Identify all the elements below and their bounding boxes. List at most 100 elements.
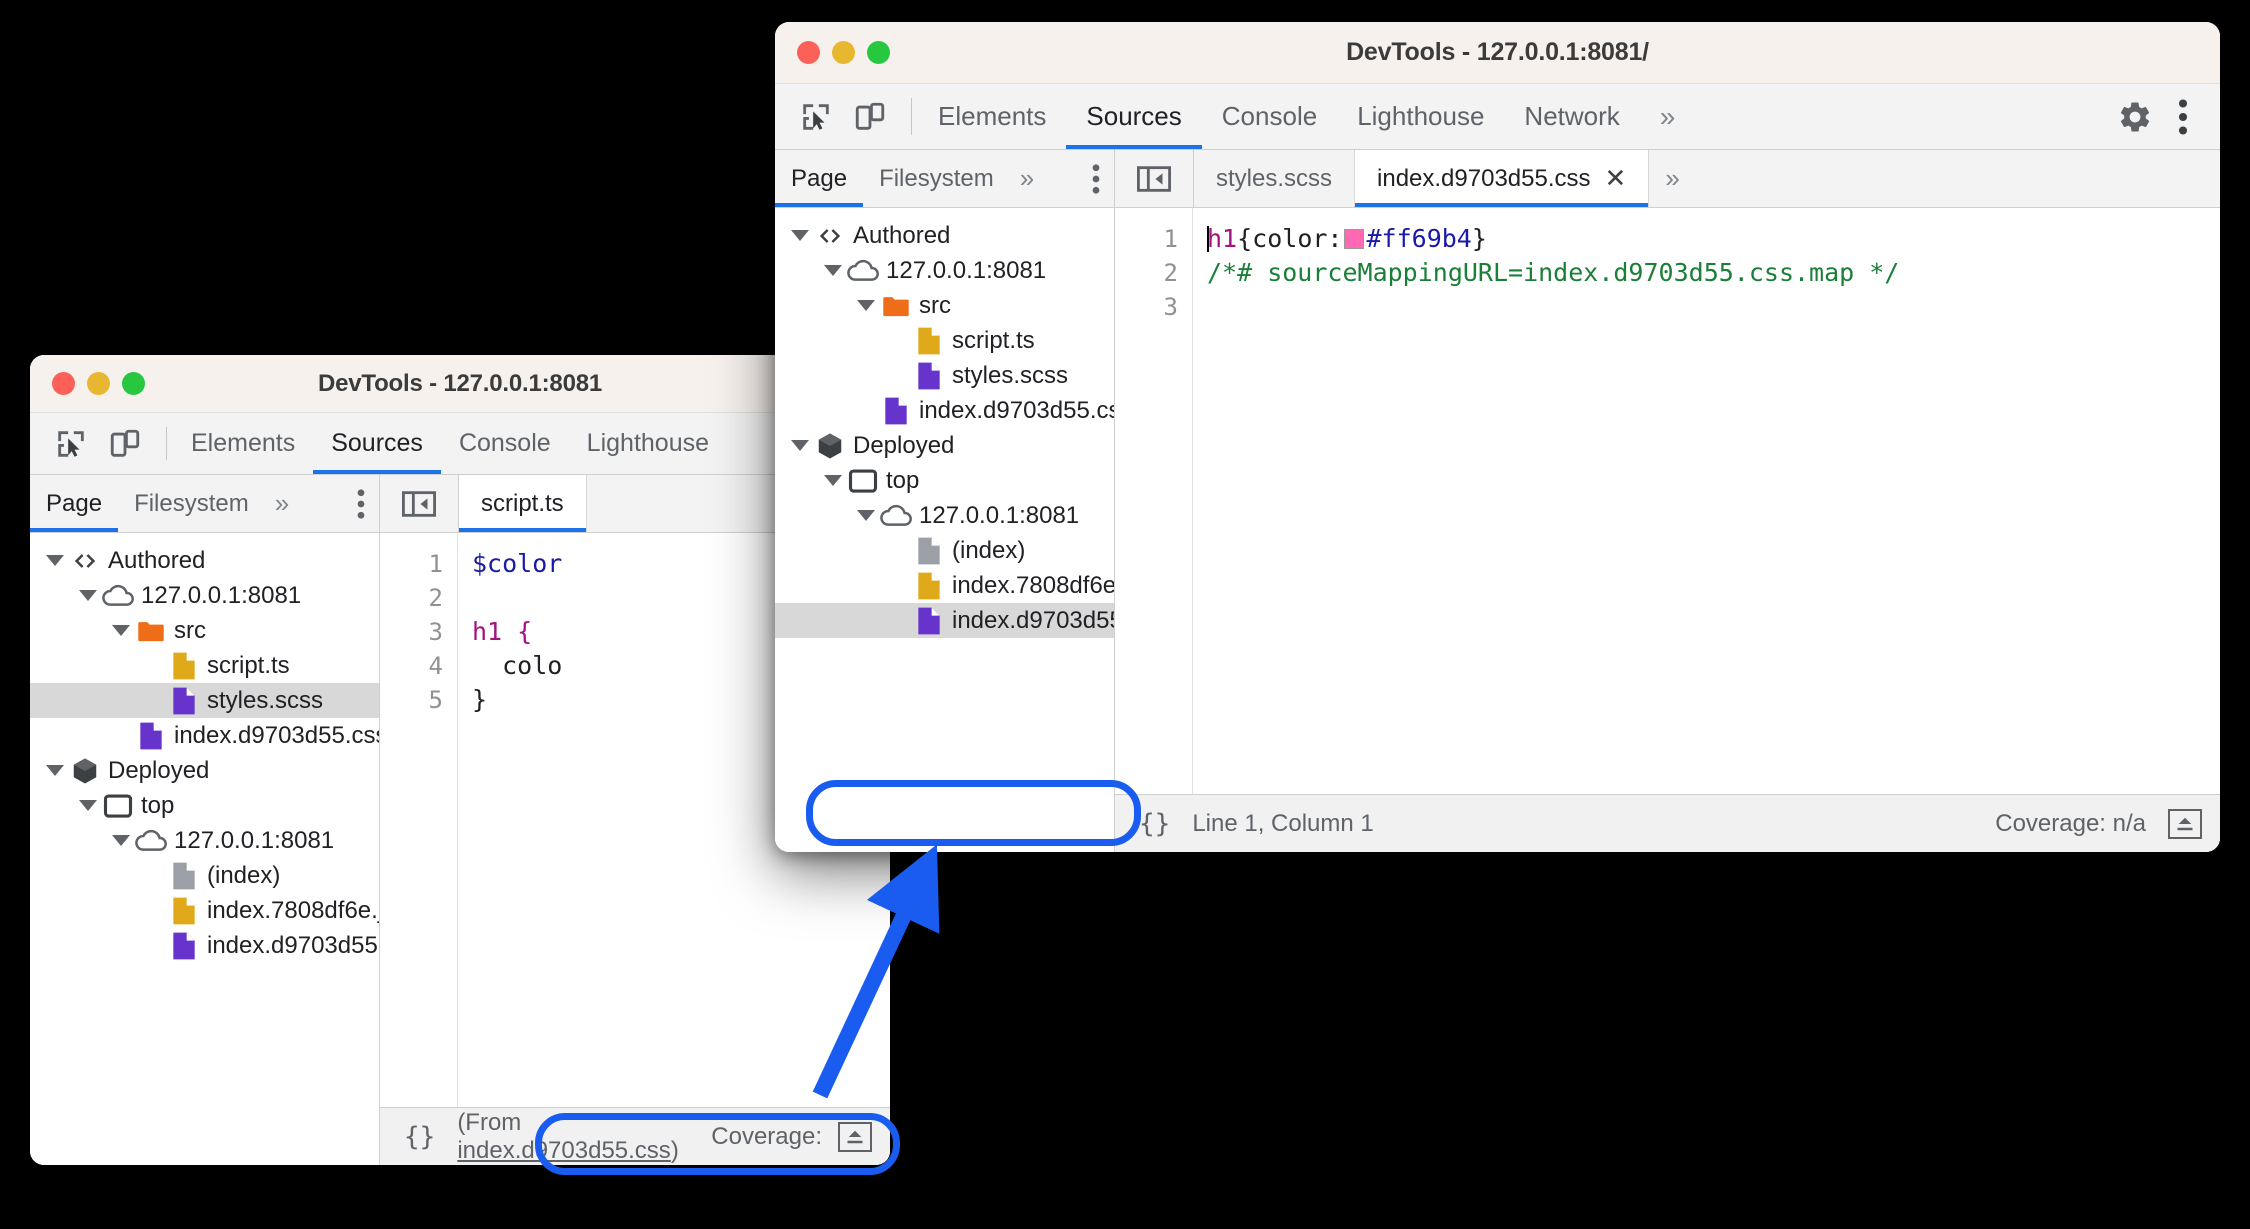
tree-item-deployed[interactable]: Deployed <box>30 753 379 788</box>
tree-item-127-0-0-1-8081[interactable]: 127.0.0.1:8081 <box>775 253 1114 288</box>
back-file-tree[interactable]: Authored 127.0.0.1:8081 src script.ts styles… <box>30 533 379 1165</box>
tree-item-deployed[interactable]: Deployed <box>775 428 1114 463</box>
tree-item-label: index.d9703d55.css <box>174 721 379 749</box>
devtools-window-front[interactable]: DevTools - 127.0.0.1:8081/ Elements Sour… <box>775 22 2220 852</box>
tree-item-top[interactable]: top <box>775 463 1114 498</box>
tree-item-index-d9703d55-css[interactable]: index.d9703d55.css <box>30 928 379 963</box>
nav-tab-filesystem[interactable]: Filesystem <box>863 150 1010 207</box>
pretty-print-button[interactable]: {} <box>1133 809 1176 839</box>
disclosure-triangle-icon[interactable] <box>853 510 879 521</box>
nav-tab-page[interactable]: Page <box>30 475 119 532</box>
devtools-window-back[interactable]: DevTools - 127.0.0.1:8081 Elements Sourc… <box>30 355 890 1165</box>
nav-tabs-overflow-icon[interactable]: » <box>1010 150 1044 207</box>
tree-item-top[interactable]: top <box>30 788 379 823</box>
zoom-window-button[interactable] <box>122 372 145 395</box>
device-toolbar-icon[interactable] <box>851 98 889 136</box>
front-editor-tabs[interactable]: styles.scss index.d9703d55.css ✕ » <box>1115 150 2220 208</box>
close-window-button[interactable] <box>52 372 75 395</box>
disclosure-triangle-icon[interactable] <box>787 230 813 241</box>
back-toolbar-icons[interactable] <box>30 413 160 474</box>
inspect-element-icon[interactable] <box>797 98 835 136</box>
kebab-menu-icon[interactable] <box>2164 98 2202 136</box>
disclosure-triangle-icon[interactable] <box>820 265 846 276</box>
nav-more-options-icon[interactable] <box>343 475 379 532</box>
tree-item-index[interactable]: (index) <box>775 533 1114 568</box>
main-tabs-overflow-icon[interactable]: » <box>1640 84 1696 149</box>
tree-item-authored[interactable]: Authored <box>775 218 1114 253</box>
tab-elements[interactable]: Elements <box>173 413 313 474</box>
minimize-window-button[interactable] <box>832 41 855 64</box>
source-origin-link[interactable]: index.d9703d55.css <box>457 1137 671 1164</box>
tree-item-index[interactable]: (index) <box>30 858 379 893</box>
disclosure-triangle-icon[interactable] <box>787 440 813 451</box>
frame-icon <box>846 468 880 494</box>
editor-tabs-overflow-icon[interactable]: » <box>1649 150 1695 207</box>
tab-lighthouse[interactable]: Lighthouse <box>569 413 727 474</box>
disclosure-triangle-icon[interactable] <box>75 590 101 601</box>
tree-item-src[interactable]: src <box>775 288 1114 323</box>
tree-item-styles-scss[interactable]: styles.scss <box>775 358 1114 393</box>
disclosure-triangle-icon[interactable] <box>42 765 68 776</box>
tree-item-src[interactable]: src <box>30 613 379 648</box>
show-drawer-icon[interactable] <box>2168 808 2202 839</box>
device-toolbar-icon[interactable] <box>106 425 144 463</box>
front-toolbar-icons[interactable] <box>775 84 905 149</box>
back-traffic-lights[interactable] <box>30 372 145 395</box>
collapse-sidebar-icon[interactable] <box>1115 150 1194 207</box>
tab-console[interactable]: Console <box>441 413 569 474</box>
disclosure-triangle-icon[interactable] <box>108 625 134 636</box>
cursor-position-text: Line 1, Column 1 <box>1192 809 1374 837</box>
disclosure-triangle-icon[interactable] <box>75 800 101 811</box>
tree-item-index-d9703d55-css[interactable]: index.d9703d55.css <box>775 603 1114 638</box>
css-color-value: #ff69b4 <box>1366 224 1472 253</box>
collapse-sidebar-icon[interactable] <box>380 475 459 532</box>
disclosure-triangle-icon[interactable] <box>820 475 846 486</box>
front-code-area[interactable]: 1 2 3 h1{color: #ff69b4} /*# sourceMappingU… <box>1115 208 2220 794</box>
tab-elements[interactable]: Elements <box>918 84 1066 149</box>
tree-item-authored[interactable]: Authored <box>30 543 379 578</box>
front-nav-tabs[interactable]: Page Filesystem » <box>775 150 1114 208</box>
nav-more-options-icon[interactable] <box>1078 150 1114 207</box>
front-toolbar-right[interactable] <box>2098 84 2220 149</box>
pretty-print-button[interactable]: {} <box>398 1122 441 1152</box>
gear-icon[interactable] <box>2116 98 2154 136</box>
front-file-tree[interactable]: Authored 127.0.0.1:8081 src script.ts styles… <box>775 208 1114 852</box>
nav-tabs-overflow-icon[interactable]: » <box>265 475 299 532</box>
front-traffic-lights[interactable] <box>775 41 890 64</box>
tree-item-script-ts[interactable]: script.ts <box>30 648 379 683</box>
front-main-tabs[interactable]: Elements Sources Console Lighthouse Netw… <box>918 84 2098 149</box>
tab-sources[interactable]: Sources <box>313 413 441 474</box>
tree-item-label: Authored <box>853 221 951 249</box>
close-window-button[interactable] <box>797 41 820 64</box>
back-nav-tabs[interactable]: Page Filesystem » <box>30 475 379 533</box>
tab-network[interactable]: Network <box>1504 84 1639 149</box>
tab-console[interactable]: Console <box>1202 84 1337 149</box>
nav-tab-page[interactable]: Page <box>775 150 864 207</box>
tree-item-index-7808df6e-js[interactable]: index.7808df6e.js <box>775 568 1114 603</box>
color-swatch[interactable] <box>1344 229 1365 249</box>
editor-tab-index-css[interactable]: index.d9703d55.css ✕ <box>1355 150 1650 207</box>
disclosure-triangle-icon[interactable] <box>108 835 134 846</box>
tree-item-127-0-0-1-8081[interactable]: 127.0.0.1:8081 <box>30 823 379 858</box>
tab-lighthouse[interactable]: Lighthouse <box>1337 84 1504 149</box>
tree-item-127-0-0-1-8081[interactable]: 127.0.0.1:8081 <box>775 498 1114 533</box>
tree-item-127-0-0-1-8081[interactable]: 127.0.0.1:8081 <box>30 578 379 613</box>
tree-item-index-7808df6e-js[interactable]: index.7808df6e.js <box>30 893 379 928</box>
front-code-content[interactable]: h1{color: #ff69b4} /*# sourceMappingURL=i… <box>1193 208 2220 794</box>
tree-item-index-d9703d55-css[interactable]: index.d9703d55.css <box>30 718 379 753</box>
inspect-element-icon[interactable] <box>52 425 90 463</box>
show-drawer-icon[interactable] <box>838 1121 872 1152</box>
tree-item-script-ts[interactable]: script.ts <box>775 323 1114 358</box>
front-nav-pane: Page Filesystem » Authored 127.0.0.1:8081… <box>775 150 1115 852</box>
editor-tab-script-ts[interactable]: script.ts <box>459 475 587 532</box>
tree-item-styles-scss[interactable]: styles.scss <box>30 683 379 718</box>
minimize-window-button[interactable] <box>87 372 110 395</box>
zoom-window-button[interactable] <box>867 41 890 64</box>
editor-tab-styles-scss[interactable]: styles.scss <box>1194 150 1356 207</box>
tree-item-index-d9703d55-css[interactable]: index.d9703d55.css <box>775 393 1114 428</box>
tab-sources[interactable]: Sources <box>1066 84 1203 149</box>
nav-tab-filesystem[interactable]: Filesystem <box>118 475 265 532</box>
disclosure-triangle-icon[interactable] <box>42 555 68 566</box>
disclosure-triangle-icon[interactable] <box>853 300 879 311</box>
close-tab-icon[interactable]: ✕ <box>1605 163 1627 194</box>
